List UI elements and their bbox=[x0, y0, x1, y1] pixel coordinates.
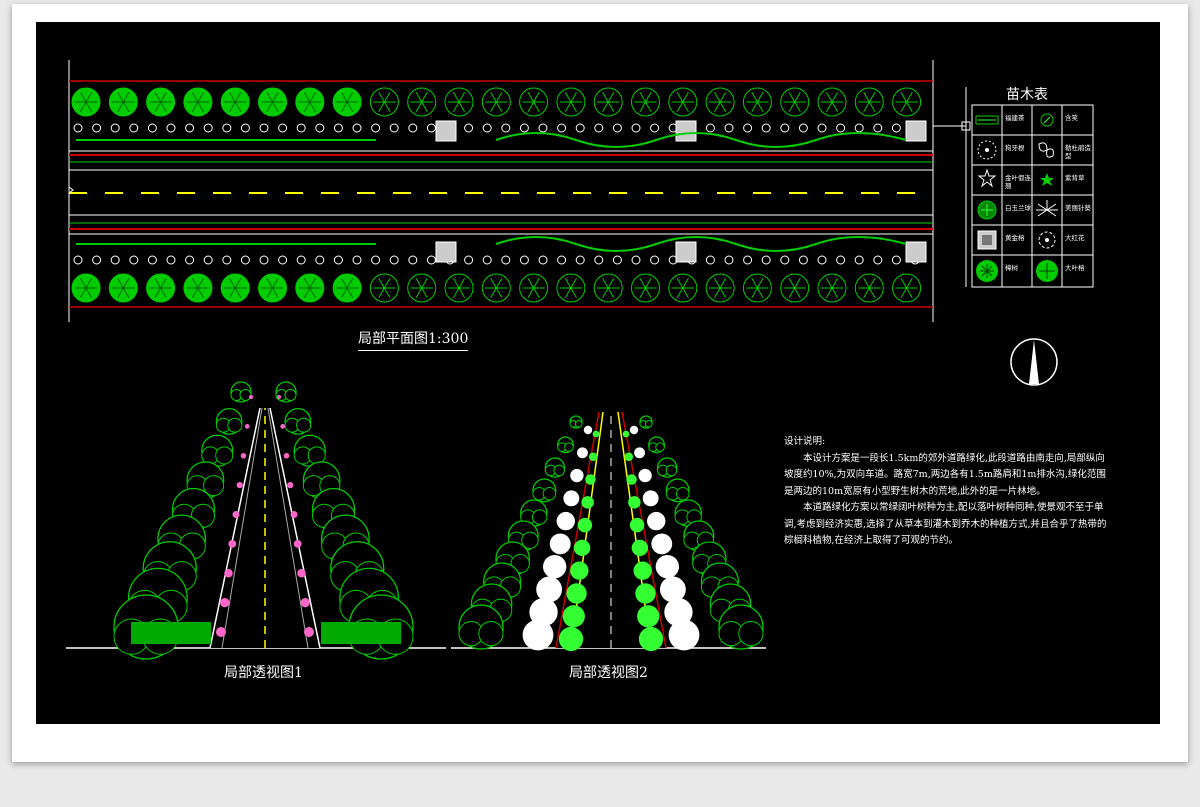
tree-symbol bbox=[220, 273, 250, 303]
tree-symbol bbox=[668, 273, 698, 303]
tree-symbol bbox=[668, 87, 698, 117]
tree-symbol bbox=[631, 87, 660, 117]
plan-title: 局部平面图1:300 bbox=[358, 328, 469, 351]
perspective1-title: 局部透视图1 bbox=[224, 665, 303, 681]
tree-symbol bbox=[258, 273, 287, 303]
tree-symbol bbox=[481, 87, 511, 117]
tree-symbol bbox=[71, 273, 101, 303]
legend-label: 樟树 bbox=[1005, 264, 1018, 272]
tree-symbol bbox=[183, 87, 213, 117]
tree-symbol bbox=[183, 273, 213, 303]
tree-symbol bbox=[556, 87, 586, 117]
tree-symbol bbox=[146, 87, 176, 117]
tree-symbol bbox=[892, 87, 922, 117]
tree-symbol bbox=[593, 273, 623, 303]
tree-symbol bbox=[146, 273, 176, 303]
tree-symbol bbox=[854, 87, 884, 117]
legend-label: 黄金榕 bbox=[1005, 234, 1025, 242]
cad-drawing: 局部平面图1:300 苗木表 局部透视图1 局部透视图2 福建茶 含笑狗牙根 勒杜鹃… bbox=[36, 22, 1160, 724]
legend-label: 大红花 bbox=[1065, 234, 1085, 242]
tree-symbol bbox=[332, 273, 362, 303]
tree-symbol bbox=[593, 87, 623, 117]
tree-symbol bbox=[631, 273, 660, 303]
legend-label: 美丽针葵 bbox=[1065, 204, 1091, 212]
tree-symbol bbox=[444, 87, 474, 117]
tree-symbol bbox=[258, 87, 287, 117]
tree-symbol bbox=[817, 273, 847, 303]
tree-symbol bbox=[332, 87, 362, 117]
tree-symbol bbox=[369, 273, 399, 303]
tree-symbol bbox=[108, 87, 138, 117]
plan-view bbox=[68, 60, 971, 322]
tree-symbol bbox=[71, 87, 101, 117]
tree-symbol bbox=[705, 87, 735, 117]
legend-label: 大叶榕 bbox=[1065, 264, 1085, 272]
description-paragraph-1: 本设计方案是一段长1.5km的郊外道路绿化,此段道路由南走向,局部纵向坡度约10… bbox=[784, 452, 1106, 497]
tree-symbol bbox=[407, 273, 437, 303]
tree-symbol bbox=[407, 87, 437, 117]
tree-symbol bbox=[892, 273, 922, 303]
legend-label: 含笑 bbox=[1065, 114, 1078, 122]
tree-symbol bbox=[519, 273, 549, 303]
perspective2-title: 局部透视图2 bbox=[569, 665, 648, 681]
plan-tree-row-top bbox=[71, 87, 922, 117]
tree-symbol bbox=[481, 273, 511, 303]
tree-symbol bbox=[220, 87, 250, 117]
tree-symbol bbox=[519, 87, 549, 117]
tree-symbol bbox=[444, 273, 474, 303]
tree-symbol bbox=[556, 273, 586, 303]
tree-symbol bbox=[705, 273, 735, 303]
legend-label: 白玉兰球 bbox=[1005, 204, 1031, 212]
tree-symbol bbox=[108, 273, 138, 303]
legend-label: 福建茶 bbox=[1005, 114, 1025, 122]
description-heading: 设计说明: bbox=[784, 436, 826, 447]
tree-symbol bbox=[817, 87, 847, 117]
legend-label: 狗牙根 bbox=[1005, 144, 1025, 152]
tree-symbol bbox=[780, 87, 810, 117]
legend-label: 金叶假连翘 bbox=[1005, 174, 1031, 190]
legend-label: 紫背草 bbox=[1065, 174, 1085, 182]
tree-symbol bbox=[295, 87, 325, 117]
tree-symbol bbox=[742, 273, 772, 303]
design-description: 设计说明: 本设计方案是一段长1.5km的郊外道路绿化,此段道路由南走向,局部纵… bbox=[784, 434, 1114, 550]
tree-symbol bbox=[780, 273, 810, 303]
description-paragraph-2: 本道路绿化方案以常绿阔叶树种为主,配以落叶树种同种,使景观不至于单调,考虑到经济… bbox=[784, 502, 1107, 546]
plan-tree-row-bottom bbox=[71, 273, 922, 303]
tree-symbol bbox=[295, 273, 325, 303]
tree-symbol bbox=[742, 87, 772, 117]
tree-symbol bbox=[854, 273, 884, 303]
tree-symbol bbox=[369, 87, 399, 117]
legend-label: 勒杜鹃造型 bbox=[1065, 144, 1091, 160]
legend-title: 苗木表 bbox=[1006, 87, 1048, 103]
